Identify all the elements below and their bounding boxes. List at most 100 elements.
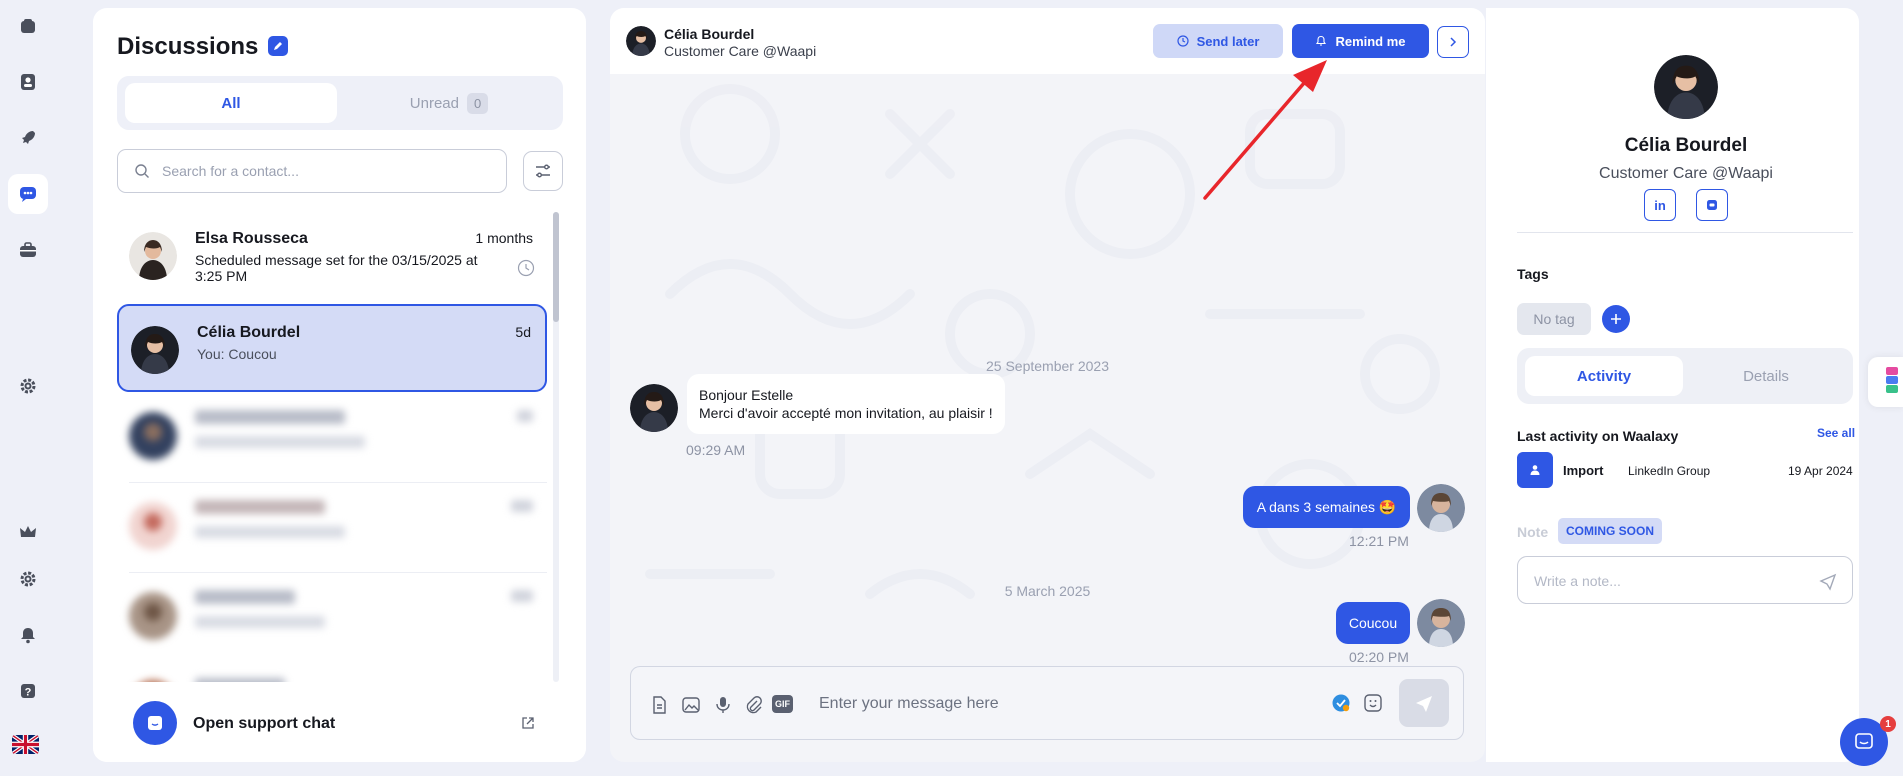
conversation-item[interactable]: Elsa Rousseca 1 months Scheduled message…	[117, 212, 547, 300]
conversation-item-blurred[interactable]	[117, 482, 547, 570]
gear-icon[interactable]	[8, 366, 48, 406]
preview-redacted	[195, 616, 325, 628]
remind-me-label: Remind me	[1335, 33, 1406, 49]
conversation-time: 5d	[515, 324, 531, 340]
contact-name-redacted	[195, 590, 295, 604]
scrollbar-thumb[interactable]	[553, 212, 559, 322]
activity-source: LinkedIn Group	[1628, 464, 1711, 478]
chat-panel: Célia Bourdel Customer Care @Waapi Send …	[610, 8, 1485, 762]
discussions-panel: Discussions All Unread 0 Elsa Rousseca 1…	[93, 8, 586, 762]
contacts-icon[interactable]	[8, 62, 48, 102]
svg-text:?: ?	[25, 687, 32, 699]
send-later-button[interactable]: Send later	[1153, 24, 1283, 58]
widget-logo-icon	[1886, 367, 1898, 393]
notification-badge: 1	[1880, 716, 1896, 732]
filter-button[interactable]	[523, 151, 563, 191]
outgoing-message: Coucou	[1336, 602, 1410, 644]
message-input[interactable]	[819, 691, 1319, 717]
plus-icon	[1611, 314, 1621, 324]
incoming-message: Bonjour Estelle Merci d'avoir accepté mo…	[687, 374, 1005, 434]
import-icon	[1517, 452, 1553, 488]
search-input[interactable]	[162, 160, 492, 182]
contact-avatar[interactable]	[626, 26, 656, 56]
chat-contact-name: Célia Bourdel	[664, 26, 755, 42]
chat-icon[interactable]	[8, 174, 48, 214]
avatar	[129, 592, 177, 640]
uk-flag-icon[interactable]	[12, 735, 39, 754]
preview-redacted	[195, 526, 345, 538]
date-separator: 5 March 2025	[1004, 583, 1091, 599]
toggle-profile-button[interactable]	[1437, 26, 1469, 58]
add-tag-button[interactable]	[1602, 305, 1630, 333]
side-widget[interactable]	[1868, 357, 1903, 407]
tags-title: Tags	[1517, 266, 1549, 282]
template-icon[interactable]	[649, 695, 669, 715]
avatar	[129, 412, 177, 460]
message-time: 02:20 PM	[1349, 649, 1409, 665]
remind-me-button[interactable]: Remind me	[1292, 24, 1429, 58]
chat-bubble-icon	[1855, 733, 1873, 749]
conversation-list: Elsa Rousseca 1 months Scheduled message…	[117, 212, 547, 682]
see-all-link[interactable]: See all	[1817, 426, 1855, 440]
emoji-icon[interactable]	[1363, 693, 1383, 713]
avatar	[143, 680, 163, 682]
external-link-icon[interactable]	[521, 716, 535, 730]
tab-details[interactable]: Details	[1687, 356, 1845, 396]
coming-soon-badge: COMING SOON	[1558, 518, 1663, 544]
discussions-title: Discussions	[117, 33, 259, 60]
send-button[interactable]	[1399, 679, 1449, 727]
settings-icon[interactable]	[8, 559, 48, 599]
contact-name-redacted	[195, 410, 345, 424]
gif-icon[interactable]: GIF	[772, 695, 793, 713]
help-icon[interactable]: ?	[8, 671, 48, 711]
bell-icon	[1316, 35, 1327, 46]
chat-header: Célia Bourdel Customer Care @Waapi Send …	[610, 8, 1485, 74]
paperclip-icon[interactable]	[743, 695, 763, 715]
conversation-scrollbar[interactable]	[553, 212, 559, 682]
profile-avatar	[1654, 55, 1718, 119]
date-separator: 25 September 2023	[986, 358, 1109, 374]
clock-icon	[1176, 35, 1189, 47]
note-input[interactable]	[1534, 570, 1794, 592]
rocket-icon[interactable]	[8, 118, 48, 158]
contact-name: Elsa Rousseca	[195, 230, 308, 247]
sliders-icon	[536, 164, 550, 178]
conversation-time: 1 months	[475, 230, 533, 246]
briefcase-icon[interactable]	[8, 230, 48, 270]
contact-card-icon	[1707, 200, 1717, 210]
home-icon[interactable]	[8, 6, 48, 46]
message-preview: You: Coucou	[197, 346, 277, 362]
unread-count-badge: 0	[466, 92, 489, 114]
avatar	[129, 502, 177, 550]
compose-icon[interactable]	[268, 36, 288, 56]
tab-all[interactable]: All	[125, 83, 337, 123]
time-redacted	[511, 500, 533, 512]
no-tag-badge: No tag	[1517, 303, 1591, 335]
conversation-item-blurred[interactable]	[117, 660, 547, 682]
support-chat-bar[interactable]: Open support chat	[93, 686, 586, 762]
tab-activity[interactable]: Activity	[1525, 356, 1683, 396]
verified-check-icon[interactable]	[1331, 693, 1351, 713]
conversation-item-blurred[interactable]	[117, 572, 547, 660]
divider	[1517, 232, 1853, 233]
linkedin-button[interactable]: in	[1644, 189, 1676, 221]
send-note-icon[interactable]	[1818, 571, 1838, 591]
microphone-icon[interactable]	[713, 695, 733, 715]
contact-avatar	[630, 384, 678, 432]
bell-icon[interactable]	[8, 615, 48, 655]
contact-search	[117, 149, 507, 193]
image-icon[interactable]	[681, 695, 701, 715]
conversation-item-blurred[interactable]	[117, 392, 547, 480]
contact-name: Célia Bourdel	[197, 324, 301, 341]
chevron-right-icon	[1450, 37, 1457, 47]
profile-tabs: Activity Details	[1517, 348, 1853, 404]
contact-card-button[interactable]	[1696, 189, 1728, 221]
message-preview: Scheduled message set for the 03/15/2025…	[195, 252, 478, 284]
avatar	[129, 232, 177, 280]
send-icon	[1416, 696, 1432, 712]
message-time: 09:29 AM	[686, 442, 746, 458]
discussion-tabs: All Unread 0	[117, 76, 563, 130]
conversation-item-selected[interactable]: Célia Bourdel 5d You: Coucou	[117, 304, 547, 392]
tab-unread[interactable]: Unread 0	[343, 83, 555, 123]
crown-icon[interactable]	[8, 512, 48, 552]
